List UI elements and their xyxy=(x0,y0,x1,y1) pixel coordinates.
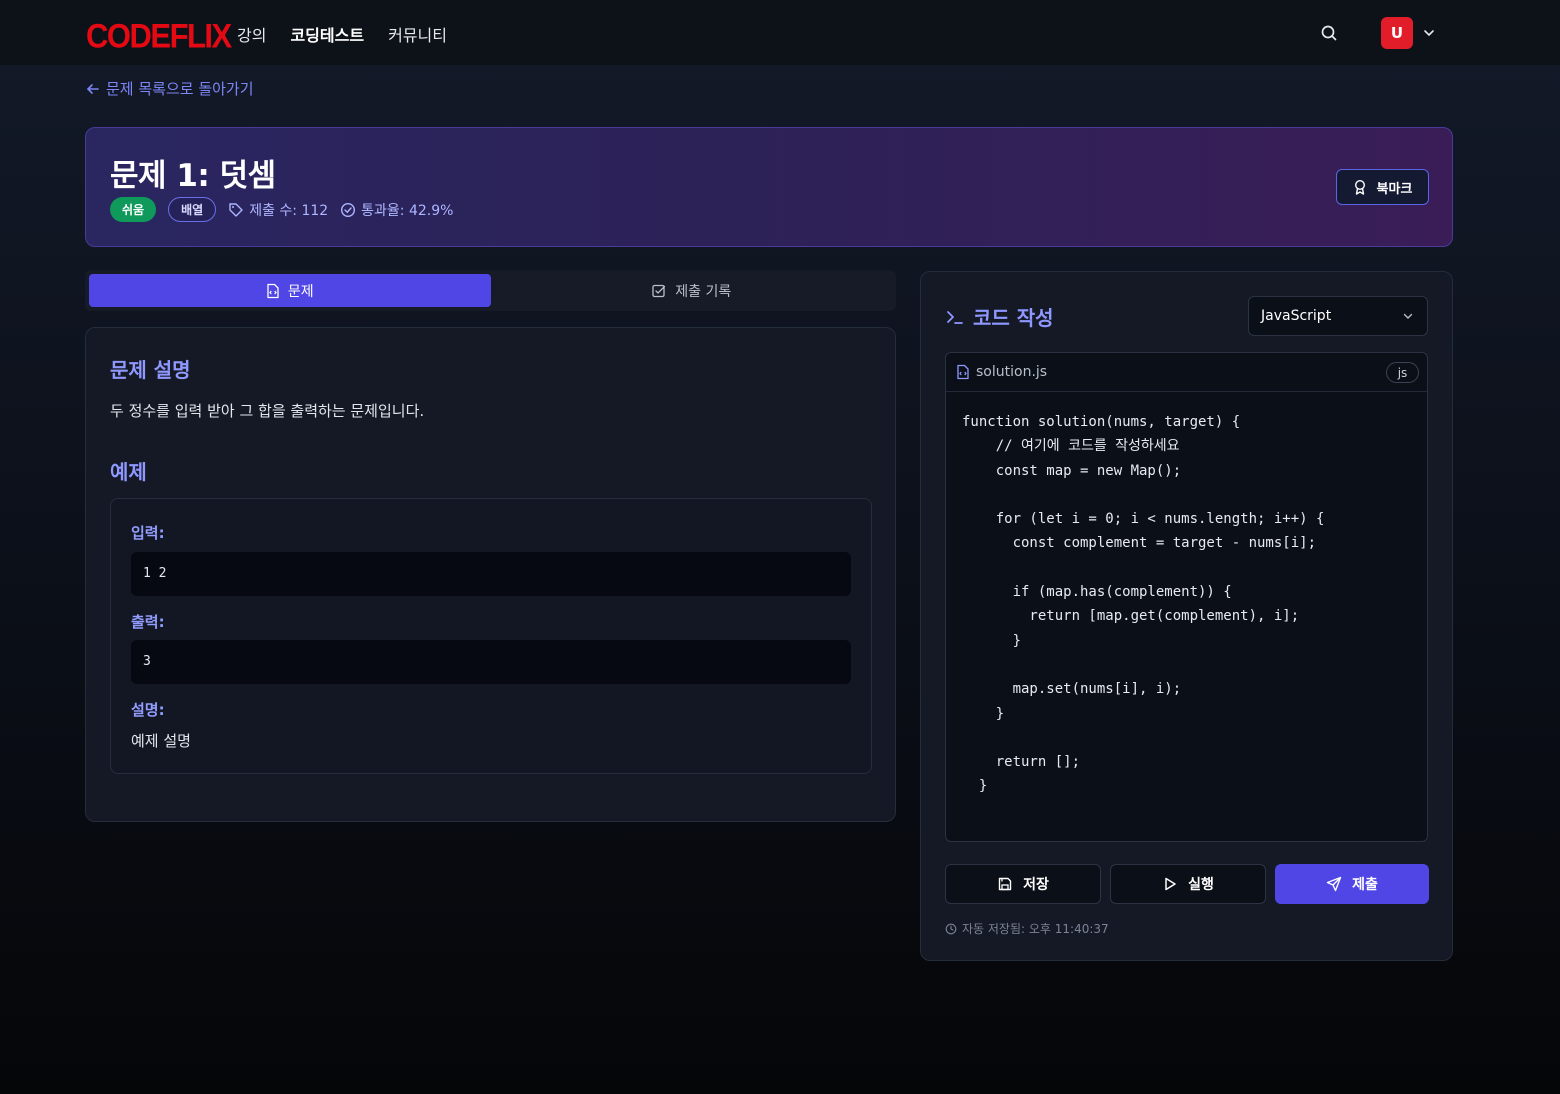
run-label: 실행 xyxy=(1188,877,1214,893)
code-content[interactable]: function solution(nums, target) { // 여기에… xyxy=(946,392,1427,817)
save-label: 저장 xyxy=(1023,877,1049,893)
language-select[interactable]: JavaScript xyxy=(1248,296,1428,336)
description-heading: 문제 설명 xyxy=(110,358,191,382)
difficulty-badge: 쉬움 xyxy=(110,197,157,222)
problem-header: 문제 1: 덧셈 쉬움 배열 제출 수: 112 통과율: 42.9% 북마크 xyxy=(85,127,1453,247)
example-explanation: 예제 설명 xyxy=(131,732,191,750)
submit-button[interactable]: 제출 xyxy=(1275,864,1429,904)
autosave-text: 자동 저장됨: 오후 11:40:37 xyxy=(962,922,1109,936)
explanation-label: 설명: xyxy=(131,701,165,719)
top-navigation-bar: CODEFLIX 강의 코딩테스트 커뮤니티 U xyxy=(0,0,1560,66)
main-nav: 강의 코딩테스트 커뮤니티 xyxy=(237,22,447,46)
file-code-icon xyxy=(266,283,280,299)
tab-problem[interactable]: 문제 xyxy=(89,274,491,307)
example-output: 3 xyxy=(131,640,851,684)
editor-file-header: solution.js js xyxy=(946,353,1427,392)
input-label: 입력: xyxy=(131,524,165,542)
output-label: 출력: xyxy=(131,613,165,631)
tag-badge: 배열 xyxy=(168,197,217,222)
arrow-left-icon xyxy=(86,82,100,96)
award-icon xyxy=(1353,179,1367,195)
back-to-list-link[interactable]: 문제 목록으로 돌아가기 xyxy=(86,78,254,99)
tag-icon xyxy=(228,202,244,218)
example-input: 1 2 xyxy=(131,552,851,596)
description-text: 두 정수를 입력 받아 그 합을 출력하는 문제입니다. xyxy=(110,402,425,420)
send-icon xyxy=(1326,876,1342,892)
save-icon xyxy=(997,876,1013,892)
checkbox-edit-icon xyxy=(651,283,667,299)
language-value: JavaScript xyxy=(1261,308,1332,324)
pass-rate: 통과율: 42.9% xyxy=(340,200,453,220)
tab-problem-label: 문제 xyxy=(287,283,314,300)
problem-tabs: 문제 제출 기록 xyxy=(85,270,896,311)
bookmark-button[interactable]: 북마크 xyxy=(1336,169,1429,205)
submission-count-text: 제출 수: 112 xyxy=(249,202,329,219)
bookmark-label: 북마크 xyxy=(1376,181,1413,197)
code-editor-heading: 코드 작성 xyxy=(945,302,1054,331)
code-editor-card: 코드 작성 JavaScript solution.js js function… xyxy=(920,271,1453,961)
codeflix-logo[interactable]: CODEFLIX xyxy=(86,16,232,55)
nav-lectures[interactable]: 강의 xyxy=(237,22,266,46)
file-code-icon xyxy=(956,364,970,380)
run-button[interactable]: 실행 xyxy=(1110,864,1266,904)
nav-coding-test[interactable]: 코딩테스트 xyxy=(290,22,364,46)
example-box: 입력: 1 2 출력: 3 설명: 예제 설명 xyxy=(110,498,872,774)
tab-submissions[interactable]: 제출 기록 xyxy=(491,274,893,307)
pass-rate-text: 통과율: 42.9% xyxy=(361,202,454,219)
problem-description-card: 문제 설명 두 정수를 입력 받아 그 합을 출력하는 문제입니다. 예제 입력… xyxy=(85,327,896,822)
tab-submissions-label: 제출 기록 xyxy=(675,283,732,300)
back-link-label: 문제 목록으로 돌아가기 xyxy=(106,80,254,98)
chevron-down-icon[interactable] xyxy=(1421,25,1437,41)
editor-actions: 저장 실행 제출 xyxy=(945,864,1429,904)
file-language-badge: js xyxy=(1386,362,1419,383)
code-editor[interactable]: solution.js js function solution(nums, t… xyxy=(945,352,1428,842)
nav-community[interactable]: 커뮤니티 xyxy=(388,22,447,46)
submit-label: 제출 xyxy=(1352,877,1378,893)
submission-count: 제출 수: 112 xyxy=(228,200,328,220)
code-editor-title: 코드 작성 xyxy=(973,306,1054,330)
chevron-down-icon xyxy=(1401,309,1415,323)
example-heading: 예제 xyxy=(110,460,147,484)
check-circle-icon xyxy=(340,202,356,218)
autosave-status: 자동 저장됨: 오후 11:40:37 xyxy=(945,920,1109,937)
problem-meta: 쉬움 배열 제출 수: 112 통과율: 42.9% xyxy=(110,197,453,222)
play-icon xyxy=(1162,876,1178,892)
clock-icon xyxy=(945,923,957,935)
search-icon[interactable] xyxy=(1318,22,1340,44)
editor-filename: solution.js xyxy=(976,364,1048,380)
save-button[interactable]: 저장 xyxy=(945,864,1101,904)
terminal-icon xyxy=(945,307,965,327)
user-avatar[interactable]: U xyxy=(1381,17,1413,49)
problem-title: 문제 1: 덧셈 xyxy=(110,158,276,194)
